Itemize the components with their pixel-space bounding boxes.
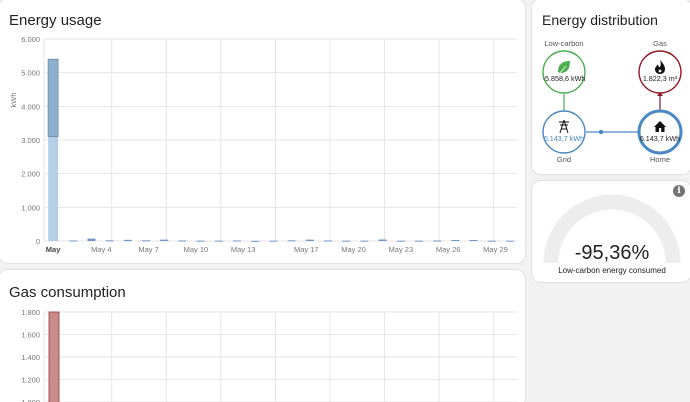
gas-label: Gas <box>653 39 667 48</box>
gauge-label: Low-carbon energy consumed <box>558 266 666 275</box>
home-value: 6.143,7 kWh <box>640 134 680 143</box>
x-tick-label: May 20 <box>341 245 366 254</box>
energy-bar[interactable] <box>378 239 387 241</box>
y-tick-label: 1.000 <box>21 203 40 212</box>
energy-usage-chart[interactable]: 0 1.000 2.000 3.000 4.000 5.000 6.000 kWh May May… <box>0 0 526 264</box>
y-tick-label: 1.400 <box>21 353 40 362</box>
y-tick-label: 1.200 <box>21 376 40 385</box>
gas-consumption-chart[interactable]: 1.800 1.600 1.400 1.200 1.000 <box>0 270 526 402</box>
y-tick-label: 2.000 <box>21 170 40 179</box>
energy-bar[interactable] <box>233 240 242 242</box>
energy-bar[interactable] <box>48 136 59 241</box>
energy-bar[interactable] <box>396 240 405 242</box>
energy-bar[interactable] <box>123 239 132 241</box>
energy-bar[interactable] <box>214 240 223 242</box>
low-carbon-value: -5.858,6 kWh <box>543 74 586 83</box>
gas-consumption-card: Gas consumption 1.8001.6001.4001.2001.00… <box>0 269 526 402</box>
energy-bar[interactable] <box>505 240 514 242</box>
energy-bar[interactable] <box>142 240 151 242</box>
y-axis-label: kWh <box>9 93 18 108</box>
energy-bar[interactable] <box>160 239 169 241</box>
energy-bar[interactable] <box>342 240 351 242</box>
y-tick-label: 1.600 <box>21 331 40 340</box>
energy-bar[interactable] <box>433 240 442 242</box>
y-tick-label: 0 <box>36 237 40 246</box>
y-tick-label: 1.000 <box>21 398 40 402</box>
x-tick-label: May 13 <box>231 245 256 254</box>
x-tick-label: May <box>46 245 61 254</box>
x-tick-label: May 4 <box>91 245 111 254</box>
low-carbon-label: Low-carbon <box>544 39 583 48</box>
x-tick-label: May 29 <box>483 245 508 254</box>
energy-bar[interactable] <box>360 240 369 242</box>
energy-bar[interactable] <box>323 240 332 242</box>
energy-bar[interactable] <box>305 239 314 241</box>
energy-distribution-card: Energy distribution Low-carbon -5.858,6 … <box>531 0 690 175</box>
y-tick-label: 5.000 <box>21 69 40 78</box>
energy-bar[interactable] <box>178 240 187 242</box>
energy-bar[interactable] <box>287 240 296 242</box>
y-tick-label: 3.000 <box>21 136 40 145</box>
grid-value: 6.143,7 kWh <box>544 134 584 143</box>
gas-bar[interactable] <box>48 311 60 402</box>
energy-usage-card: Energy usage 0 1.000 2.000 3.000 4.000 5.000 6… <box>0 0 526 264</box>
energy-bar[interactable] <box>451 239 460 241</box>
energy-bar[interactable] <box>196 240 205 242</box>
x-tick-label: May 7 <box>138 245 158 254</box>
y-tick-label: 1.800 <box>21 308 40 317</box>
home-label: Home <box>650 155 670 164</box>
energy-bar[interactable] <box>414 240 423 242</box>
energy-bar[interactable] <box>487 240 496 242</box>
low-carbon-gauge: -95,36% Low-carbon energy consumed <box>543 194 681 275</box>
low-carbon-gauge-card: i -95,36% Low-carbon energy consumed <box>531 180 690 283</box>
grid-label: Grid <box>557 155 571 164</box>
energy-bar[interactable] <box>87 238 96 241</box>
x-tick-label: May 26 <box>436 245 461 254</box>
gas-value: 1.822,3 m³ <box>643 74 678 83</box>
grid-node[interactable] <box>542 110 586 154</box>
x-tick-label: May 17 <box>294 245 319 254</box>
gauge-value: -95,36% <box>575 242 650 264</box>
energy-bar[interactable] <box>269 240 278 242</box>
energy-bar[interactable] <box>251 240 260 242</box>
y-tick-label: 6.000 <box>21 35 40 44</box>
x-tick-label: May 23 <box>389 245 414 254</box>
y-tick-label: 4.000 <box>21 102 40 111</box>
energy-bar[interactable] <box>105 240 114 242</box>
energy-bar[interactable] <box>469 239 478 241</box>
flow-dot <box>598 129 604 135</box>
energy-flow-diagram: Low-carbon -5.858,6 kWh Gas 1.822,3 m³ 6… <box>542 39 683 164</box>
energy-bar[interactable] <box>69 240 78 242</box>
energy-bar[interactable] <box>47 58 59 138</box>
x-tick-label: May 10 <box>184 245 209 254</box>
